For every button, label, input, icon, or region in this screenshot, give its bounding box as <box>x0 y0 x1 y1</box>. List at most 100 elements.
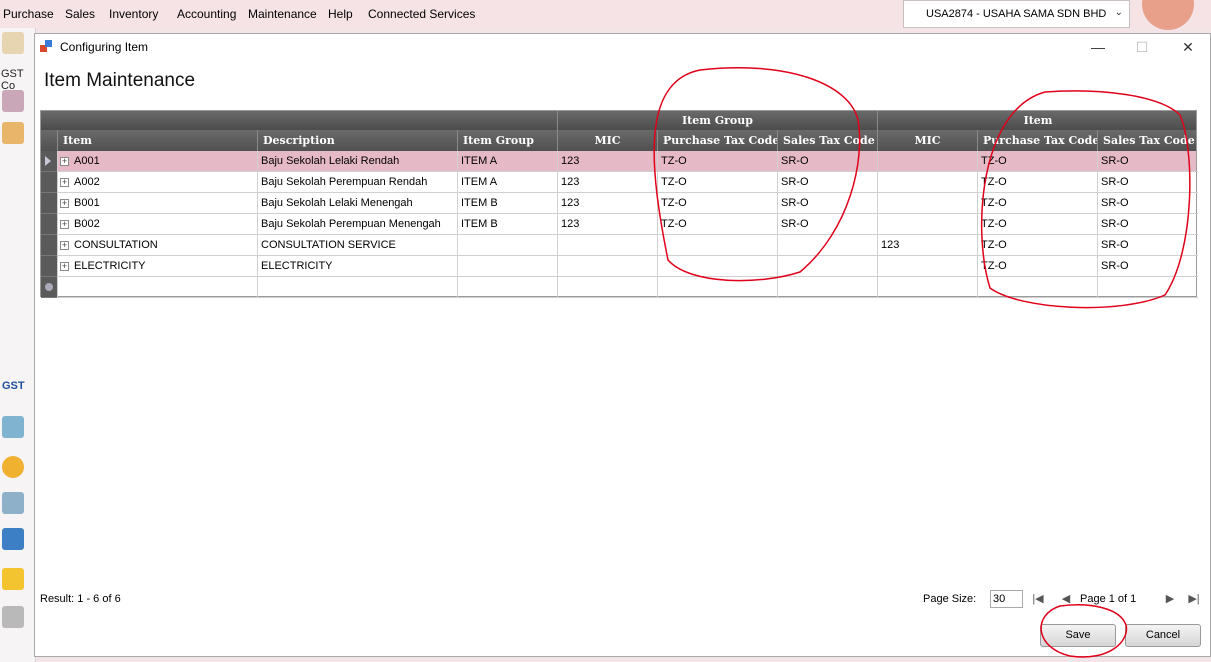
cell-group-mic[interactable]: 123 <box>557 214 657 235</box>
cell-item-group[interactable] <box>457 256 557 277</box>
menu-help[interactable]: Help <box>328 7 353 21</box>
col-header-item[interactable]: Item <box>57 130 257 151</box>
table-row[interactable]: + B002 Baju Sekolah Perempuan Menengah ITEM… <box>41 214 1198 235</box>
cell-group-mic[interactable]: 123 <box>557 151 657 172</box>
cell-description[interactable]: Baju Sekolah Perempuan Menengah <box>257 214 457 235</box>
cell-group-purchase-tax[interactable]: TZ-O <box>657 172 777 193</box>
cell-description[interactable] <box>257 277 457 298</box>
cell-group-sales-tax[interactable] <box>777 256 877 277</box>
avatar[interactable] <box>1142 0 1194 30</box>
cell-item-mic[interactable] <box>877 214 977 235</box>
cell-item-group[interactable]: ITEM B <box>457 193 557 214</box>
cell-item[interactable]: + ELECTRICITY <box>57 256 257 277</box>
menu-connected-services[interactable]: Connected Services <box>368 7 475 21</box>
cell-item-sales-tax[interactable]: SR-O <box>1097 235 1198 256</box>
cell-group-mic[interactable] <box>557 277 657 298</box>
save-button[interactable]: Save <box>1040 624 1116 647</box>
expand-icon[interactable]: + <box>60 157 69 166</box>
col-header-group-sales-tax[interactable]: Sales Tax Code <box>777 130 877 151</box>
page-size-input[interactable]: 30 <box>990 590 1023 608</box>
monitor-icon[interactable] <box>2 528 24 550</box>
row-indicator[interactable] <box>41 193 57 214</box>
cell-group-sales-tax[interactable] <box>777 277 877 298</box>
cell-item-mic[interactable]: 123 <box>877 235 977 256</box>
last-page-icon[interactable]: ▶| <box>1187 592 1201 606</box>
cell-group-purchase-tax[interactable]: TZ-O <box>657 193 777 214</box>
close-button[interactable]: ✕ <box>1165 34 1211 60</box>
col-header-group-mic[interactable]: MIC <box>557 130 657 151</box>
expand-icon[interactable]: + <box>60 262 69 271</box>
clipboard-icon[interactable] <box>2 122 24 144</box>
table-row[interactable]: + A001 Baju Sekolah Lelaki Rendah ITEM A 123… <box>41 151 1198 172</box>
cell-group-sales-tax[interactable]: SR-O <box>777 214 877 235</box>
cell-item-mic[interactable] <box>877 151 977 172</box>
cell-group-mic[interactable] <box>557 235 657 256</box>
cell-group-mic[interactable]: 123 <box>557 193 657 214</box>
cell-description[interactable]: Baju Sekolah Lelaki Menengah <box>257 193 457 214</box>
cell-group-purchase-tax[interactable]: TZ-O <box>657 214 777 235</box>
cancel-button[interactable]: Cancel <box>1125 624 1201 647</box>
cell-item-sales-tax[interactable]: SR-O <box>1097 151 1198 172</box>
cell-item-mic[interactable] <box>877 256 977 277</box>
report-icon[interactable] <box>2 90 24 112</box>
cell-group-purchase-tax[interactable] <box>657 256 777 277</box>
row-indicator[interactable] <box>41 172 57 193</box>
cell-group-mic[interactable]: 123 <box>557 172 657 193</box>
col-header-description[interactable]: Description <box>257 130 457 151</box>
prev-page-icon[interactable]: ◀ <box>1059 592 1073 606</box>
table-row[interactable]: + ELECTRICITY ELECTRICITY TZ-O SR-O <box>41 256 1198 277</box>
cell-description[interactable]: Baju Sekolah Lelaki Rendah <box>257 151 457 172</box>
tools-icon[interactable] <box>2 606 24 628</box>
cell-description[interactable]: CONSULTATION SERVICE <box>257 235 457 256</box>
menu-sales[interactable]: Sales <box>65 7 95 21</box>
col-header-item-sales-tax[interactable]: Sales Tax Code <box>1097 130 1198 151</box>
cell-item-mic[interactable] <box>877 172 977 193</box>
minimize-button[interactable]: — <box>1075 34 1121 60</box>
cell-description[interactable]: ELECTRICITY <box>257 256 457 277</box>
cell-item-purchase-tax[interactable] <box>977 277 1097 298</box>
cell-item-purchase-tax[interactable]: TZ-O <box>977 256 1097 277</box>
star-icon[interactable] <box>2 568 24 590</box>
cell-item[interactable]: + CONSULTATION <box>57 235 257 256</box>
row-indicator[interactable] <box>41 256 57 277</box>
cell-group-sales-tax[interactable] <box>777 235 877 256</box>
cell-item[interactable]: + B002 <box>57 214 257 235</box>
sun-icon[interactable] <box>2 456 24 478</box>
cell-item-group[interactable] <box>457 277 557 298</box>
company-selector[interactable]: USA2874 - USAHA SAMA SDN BHD ⌄ <box>903 0 1130 28</box>
cell-item[interactable]: + B001 <box>57 193 257 214</box>
cell-item[interactable]: + A001 <box>57 151 257 172</box>
cell-item-mic[interactable] <box>877 193 977 214</box>
expand-icon[interactable]: + <box>60 199 69 208</box>
cell-item-purchase-tax[interactable]: TZ-O <box>977 151 1097 172</box>
cell-item-group[interactable]: ITEM A <box>457 172 557 193</box>
cell-group-sales-tax[interactable]: SR-O <box>777 172 877 193</box>
next-page-icon[interactable]: ▶ <box>1163 592 1177 606</box>
cell-item-sales-tax[interactable]: SR-O <box>1097 214 1198 235</box>
cell-item[interactable] <box>57 277 257 298</box>
menu-inventory[interactable]: Inventory <box>109 7 158 21</box>
row-indicator[interactable] <box>41 277 57 298</box>
table-row[interactable]: + A002 Baju Sekolah Perempuan Rendah ITEM A… <box>41 172 1198 193</box>
cell-item-purchase-tax[interactable]: TZ-O <box>977 214 1097 235</box>
col-header-item-purchase-tax[interactable]: Purchase Tax Code <box>977 130 1097 151</box>
menu-accounting[interactable]: Accounting <box>177 7 236 21</box>
new-item-row[interactable] <box>41 277 1198 298</box>
cell-item-group[interactable] <box>457 235 557 256</box>
cell-item-group[interactable]: ITEM A <box>457 151 557 172</box>
first-page-icon[interactable]: |◀ <box>1031 592 1045 606</box>
cell-item-purchase-tax[interactable]: TZ-O <box>977 193 1097 214</box>
cell-item-purchase-tax[interactable]: TZ-O <box>977 235 1097 256</box>
cell-group-purchase-tax[interactable] <box>657 277 777 298</box>
cell-group-mic[interactable] <box>557 256 657 277</box>
cell-group-sales-tax[interactable]: SR-O <box>777 193 877 214</box>
col-header-group-purchase-tax[interactable]: Purchase Tax Code <box>657 130 777 151</box>
expand-icon[interactable]: + <box>60 241 69 250</box>
maximize-button[interactable]: ☐ <box>1119 34 1165 60</box>
cell-item-sales-tax[interactable]: SR-O <box>1097 172 1198 193</box>
cell-item-purchase-tax[interactable]: TZ-O <box>977 172 1097 193</box>
cell-item-mic[interactable] <box>877 277 977 298</box>
cell-description[interactable]: Baju Sekolah Perempuan Rendah <box>257 172 457 193</box>
expand-icon[interactable]: + <box>60 178 69 187</box>
cell-item[interactable]: + A002 <box>57 172 257 193</box>
